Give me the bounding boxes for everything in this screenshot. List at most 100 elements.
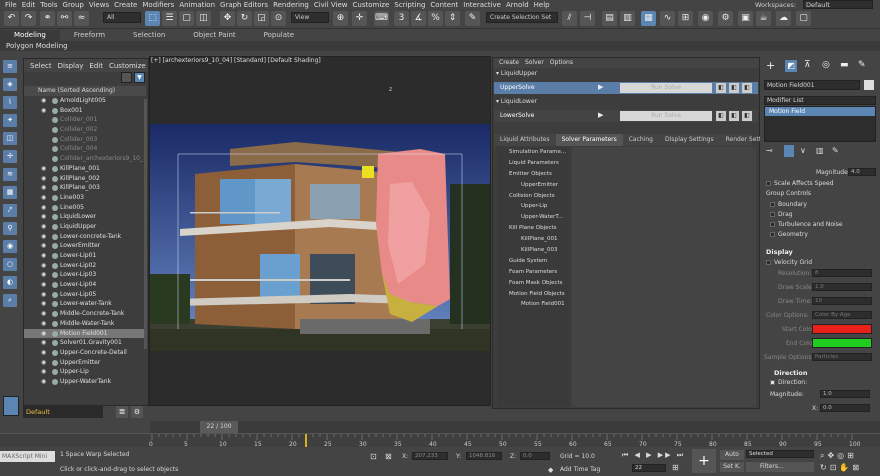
list-item[interactable]: ◉ Lower-Lip02 (24, 261, 146, 271)
visibility-eye-icon[interactable]: ◉ (41, 212, 46, 222)
spinner-snap-icon[interactable]: ⇕ (445, 11, 460, 26)
direction-checkbox[interactable] (770, 380, 775, 385)
display-tab-icon[interactable]: ▬ (840, 60, 849, 70)
ribbon-tab-selection[interactable]: Selection (119, 30, 179, 41)
menu-animation[interactable]: Animation (179, 1, 215, 9)
display-all-icon[interactable]: ◉ (3, 240, 17, 253)
modifier-list-dropdown[interactable]: Modifier List (764, 96, 876, 105)
selection-lock-icon[interactable]: ⊠ (385, 452, 392, 461)
remove-modifier-icon[interactable]: ▥ (816, 146, 824, 155)
menu-views[interactable]: Views (89, 1, 109, 9)
rotate-icon[interactable]: ↻ (237, 11, 252, 26)
time-config-icon[interactable]: ⊞ (672, 463, 679, 472)
list-item[interactable]: Collider_archexteriors9_10_1 (24, 154, 146, 164)
rendered-frame-window-icon[interactable]: ▣ (738, 11, 753, 26)
motion-tab-icon[interactable]: ◎ (822, 60, 830, 70)
selection-set-dropdown[interactable]: Create Selection Set (486, 12, 558, 23)
edit-named-sets-icon[interactable]: ✎ (465, 11, 480, 26)
configure-sets-icon[interactable]: ✎ (832, 146, 839, 155)
time-slider-thumb[interactable]: 22 / 100 (200, 421, 238, 433)
direction-header[interactable]: Direction (774, 369, 808, 377)
viewport-nav-icons[interactable]: ⌕✥◎⊞ (820, 451, 857, 461)
cache-icon[interactable]: ◧ (716, 111, 726, 121)
visibility-eye-icon[interactable]: ◉ (41, 203, 46, 213)
start-color-swatch[interactable] (812, 324, 872, 334)
curve-editor-icon[interactable]: ∿ (660, 11, 675, 26)
menu-graph-editors[interactable]: Graph Editors (220, 1, 268, 9)
visibility-eye-icon[interactable]: ◉ (41, 193, 46, 203)
liquid-solve-row[interactable]: LowerSolve ▶ Run Solve ◧ ◧ ◧ (494, 110, 758, 122)
liquid-group-title[interactable]: ▾ LiquidLower (496, 98, 537, 105)
percent-snap-icon[interactable]: % (428, 11, 443, 26)
filter-geometry-icon[interactable]: ◈ (3, 78, 17, 91)
bind-spacewarp-icon[interactable]: ≈ (74, 11, 89, 26)
control-checkbox[interactable] (770, 202, 775, 207)
isolate-selection-icon[interactable]: ⊡ (370, 452, 377, 461)
menu-customize[interactable]: Customize (353, 1, 390, 9)
list-item[interactable]: ◉ Line003 (24, 193, 146, 203)
list-item[interactable]: Collider_001 (24, 115, 146, 125)
keyboard-shortcut-icon[interactable]: ⌨ (374, 11, 389, 26)
mirror-icon[interactable]: ⫽ (562, 11, 577, 26)
schematic-view-icon[interactable]: ⊞ (678, 11, 693, 26)
control-checkbox[interactable] (770, 222, 775, 227)
visibility-eye-icon[interactable]: ◉ (41, 222, 46, 232)
invert-display-icon[interactable]: ◐ (3, 276, 17, 289)
pin-stack-icon[interactable]: ⊸ (766, 146, 773, 155)
list-item[interactable]: ◉ Middle-Concrete-Tank (24, 309, 146, 319)
object-name-field[interactable]: Motion Field001 (764, 80, 860, 90)
list-item[interactable]: ◉ Upper-Concrete-Detail (24, 348, 146, 358)
menu-scripting[interactable]: Scripting (394, 1, 425, 9)
draw-scale-spinner[interactable]: 1.0 (812, 283, 872, 291)
display-none-icon[interactable]: ○ (3, 258, 17, 271)
render-production-icon[interactable]: ☕ (756, 11, 771, 26)
list-item[interactable]: ◉ Upper-WaterTank (24, 377, 146, 387)
filter-icon[interactable] (121, 72, 132, 83)
color-options-dropdown[interactable]: Color By Age (812, 311, 872, 319)
set-key-button[interactable]: Set K. (720, 462, 744, 472)
menu-interactive[interactable]: Interactive (463, 1, 501, 9)
hierarchy-tab-icon[interactable]: ⊼ (804, 60, 811, 70)
resolution-spinner[interactable]: 8 (812, 269, 872, 277)
playback-controls[interactable]: ⏮ ◀ ▶ ▶▶ ⏭ (622, 451, 685, 460)
magnitude-spinner[interactable]: 4.0 (848, 168, 876, 176)
undo-icon[interactable]: ↶ (4, 11, 19, 26)
create-tab-icon[interactable]: + (766, 60, 778, 72)
x-spinner[interactable]: 0.0 (820, 404, 870, 412)
menu-file[interactable]: File (5, 1, 17, 9)
current-frame-field[interactable]: 22 (632, 464, 666, 472)
tab-display-settings[interactable]: Display Settings (659, 134, 720, 146)
layer-dropdown[interactable]: Default (23, 406, 103, 418)
maxscript-listener[interactable]: MAXScript Mini (0, 451, 55, 462)
menu-tools[interactable]: Tools (40, 1, 57, 9)
layer-icon[interactable]: ≡ (3, 60, 17, 73)
scene-menu-display[interactable]: Display (58, 62, 84, 70)
liquid-solve-row[interactable]: UpperSolve ▶ Run Solve ◧ ◧ ◧ (494, 82, 758, 94)
visibility-eye-icon[interactable]: ◉ (41, 338, 46, 348)
list-item[interactable]: ◉ Solver01.Gravity001 (24, 338, 146, 348)
settings-icon[interactable]: ◧ (742, 111, 752, 121)
run-solve-button[interactable]: Run Solve (620, 83, 712, 93)
move-icon[interactable]: ✥ (220, 11, 235, 26)
menu-modifiers[interactable]: Modifiers (142, 1, 174, 9)
menu-rendering[interactable]: Rendering (273, 1, 309, 9)
filter-helpers-icon[interactable]: ✢ (3, 150, 17, 163)
visibility-eye-icon[interactable]: ◉ (41, 329, 46, 339)
object-color-swatch[interactable] (864, 80, 874, 90)
tree-item[interactable]: Upper-Lip (497, 201, 569, 212)
unlink-icon[interactable]: ⚯ (57, 11, 72, 26)
visibility-eye-icon[interactable]: ◉ (41, 270, 46, 280)
visibility-eye-icon[interactable]: ◉ (41, 319, 46, 329)
link-icon[interactable]: ⚭ (40, 11, 55, 26)
tree-item[interactable]: UpperEmitter (497, 180, 569, 191)
placement-icon[interactable]: ⊙ (271, 11, 286, 26)
rect-select-icon[interactable]: ▢ (179, 11, 194, 26)
filter-shapes-icon[interactable]: ⌇ (3, 96, 17, 109)
x-coord-field[interactable]: 207.233 (412, 452, 448, 460)
render-setup-icon[interactable]: ⚙ (718, 11, 733, 26)
tree-item[interactable]: Simulation Parame... (497, 147, 569, 158)
scene-explorer-options-icon[interactable]: ⚙ (131, 406, 143, 418)
filter-lights-icon[interactable]: ✦ (3, 114, 17, 127)
y-coord-field[interactable]: 1048.816 (466, 452, 502, 460)
control-checkbox[interactable] (770, 212, 775, 217)
